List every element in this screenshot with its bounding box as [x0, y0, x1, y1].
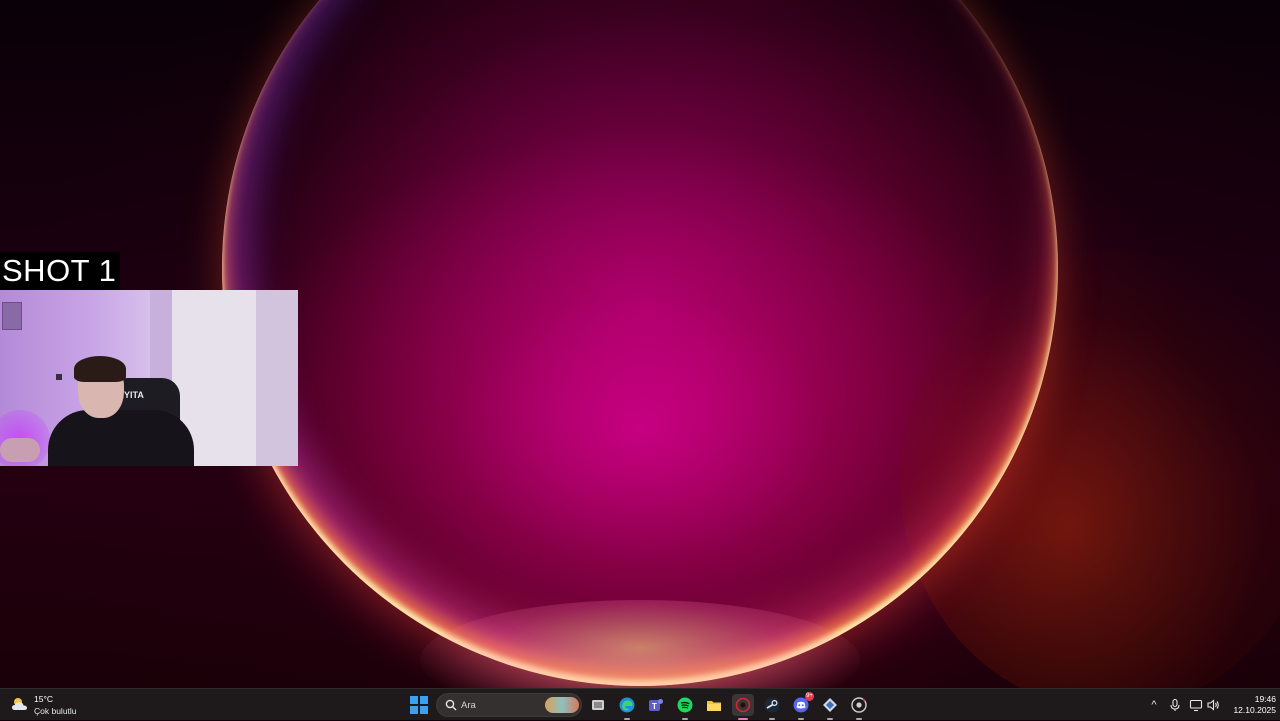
clock-time: 19:46: [1254, 694, 1276, 704]
show-hidden-icons-chevron[interactable]: ^: [1147, 698, 1161, 712]
spotify-icon: [677, 697, 693, 713]
taskbar-app-obs[interactable]: [732, 694, 754, 720]
taskbar-clock[interactable]: 19:46 12.10.2025: [1220, 694, 1276, 716]
weather-widget[interactable]: 15°C Çok bulutlu: [8, 692, 98, 718]
teams-icon: T: [649, 699, 663, 711]
search-highlight-image: [545, 697, 579, 713]
folder-icon: [707, 701, 721, 711]
weather-temperature: 15°C: [34, 694, 53, 704]
edge-icon: [619, 697, 635, 713]
webcam-wall: [256, 290, 298, 466]
webcam-person-body: [48, 410, 194, 466]
steam-icon: [764, 697, 780, 713]
taskbar-app-chrome[interactable]: [848, 694, 870, 720]
task-view-icon: [592, 700, 604, 710]
speaker-icon[interactable]: [1206, 698, 1220, 712]
webcam-person-hair: [74, 356, 126, 382]
taskbar-app-teams[interactable]: T: [645, 694, 667, 716]
clock-date: 12.10.2025: [1233, 705, 1276, 715]
svg-text:T: T: [652, 702, 657, 711]
taskbar-app-edge[interactable]: [616, 694, 638, 720]
webcam-wall-panel: [2, 302, 22, 330]
weather-description: Çok bulutlu: [34, 706, 77, 716]
shot-label: SHOT 1: [0, 252, 121, 290]
taskbar-app-spotify[interactable]: [674, 694, 696, 720]
notification-badge: 9+: [805, 692, 814, 701]
taskbar-app-file-explorer[interactable]: [703, 694, 725, 716]
search-box[interactable]: Ara: [436, 693, 582, 717]
display-icon[interactable]: [1189, 698, 1203, 712]
chrome-icon: [851, 697, 867, 713]
search-icon: [445, 699, 457, 711]
record-icon: [735, 697, 751, 713]
webcam-chair-logo: YITA: [124, 390, 144, 400]
diamond-app-icon: [823, 698, 837, 712]
task-view-button[interactable]: [587, 694, 609, 716]
webcam-person-hand: [0, 438, 40, 462]
taskbar-app-steam[interactable]: [761, 694, 783, 720]
taskbar-app-game-launcher[interactable]: [819, 694, 841, 720]
taskbar: 15°C Çok bulutlu Ara T 9+ ^ 19:46 12.10.…: [0, 688, 1280, 720]
webcam-overlay: YITA: [0, 290, 298, 466]
webcam-light-switch: [56, 374, 62, 380]
taskbar-app-discord[interactable]: 9+: [790, 692, 814, 720]
search-placeholder: Ara: [461, 700, 476, 711]
microphone-icon[interactable]: [1168, 698, 1182, 712]
start-button[interactable]: [410, 696, 428, 714]
cloud-sun-icon: [12, 698, 27, 710]
